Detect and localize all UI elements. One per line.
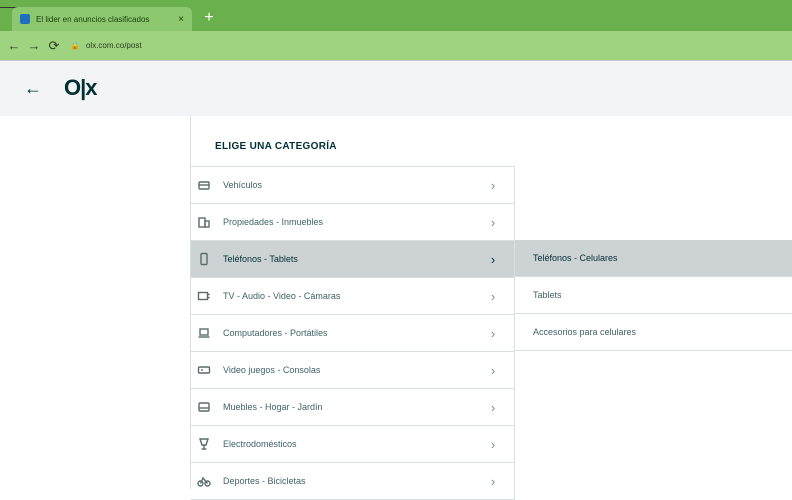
chevron-right-icon: › (490, 214, 496, 230)
olx-logo[interactable]: O|x (64, 75, 98, 101)
site-header: ← O|x (0, 61, 792, 116)
back-button[interactable]: ← (4, 38, 24, 53)
category-label: Muebles - Hogar - Jardín (223, 402, 323, 412)
chevron-right-icon: › (490, 473, 496, 489)
category-label: Vehículos (223, 180, 263, 190)
category-item-electrodomesticos[interactable]: Electrodomésticos › (191, 426, 514, 463)
new-tab-button[interactable]: + (200, 9, 218, 27)
category-label: Computadores - Portátiles (223, 328, 328, 338)
building-icon (197, 215, 211, 229)
chevron-right-icon: › (490, 288, 496, 304)
address-url[interactable]: olx.com.co/post (86, 41, 142, 50)
subcategory-label: Tablets (533, 290, 562, 300)
browser-tabstrip: El lider en anuncios clasificados × + (0, 0, 792, 31)
subcategory-item-celulares[interactable]: Teléfonos - Celulares (515, 240, 792, 277)
chevron-right-icon: › (490, 436, 496, 452)
reload-button[interactable]: ⟳ (44, 38, 64, 54)
forward-button[interactable]: → (24, 38, 44, 53)
address-bar[interactable]: 🔒 olx.com.co/post (70, 36, 770, 56)
category-label: Propiedades - Inmuebles (223, 217, 324, 227)
appliance-icon (197, 437, 211, 451)
subcategory-item-accesorios[interactable]: Accesorios para celulares (515, 314, 792, 351)
subcategory-list: Teléfonos - Celulares Tablets Accesorios… (515, 240, 792, 351)
category-item-videojuegos[interactable]: Video juegos - Consolas › (191, 352, 514, 389)
tab-title: El lider en anuncios clasificados (36, 14, 150, 24)
chevron-right-icon: › (490, 251, 496, 267)
chevron-right-icon: › (490, 362, 496, 378)
chevron-right-icon: › (490, 325, 496, 341)
back-arrow-icon[interactable]: ← (24, 78, 42, 99)
lock-icon: 🔒 (70, 41, 80, 50)
gamepad-icon (197, 363, 211, 377)
category-item-telefonos[interactable]: Teléfonos - Tablets › (191, 241, 514, 278)
subcategory-item-tablets[interactable]: Tablets (515, 277, 792, 314)
category-label: Video juegos - Consolas (223, 365, 321, 375)
category-item-tv[interactable]: TV - Audio - Video - Cámaras › (191, 278, 514, 315)
category-item-computadores[interactable]: Computadores - Portátiles › (191, 315, 514, 352)
category-item-muebles[interactable]: Muebles - Hogar - Jardín › (191, 389, 514, 426)
browser-toolbar: ← → ⟳ 🔒 olx.com.co/post (0, 31, 792, 61)
sofa-icon (197, 400, 211, 414)
olx-favicon-icon (20, 14, 30, 24)
subcategory-label: Teléfonos - Celulares (533, 253, 618, 263)
chevron-right-icon: › (490, 177, 496, 193)
category-label: Deportes - Bicicletas (223, 476, 306, 486)
chevron-right-icon: › (490, 399, 496, 415)
laptop-icon (197, 326, 211, 340)
category-label: Teléfonos - Tablets (223, 254, 298, 264)
tv-icon (197, 289, 211, 303)
category-label: Electrodomésticos (223, 439, 297, 449)
tab-close-icon[interactable]: × (178, 14, 184, 25)
panel-title: ELIGE UNA CATEGORÍA (215, 141, 337, 152)
car-icon (197, 178, 211, 192)
browser-tab[interactable]: El lider en anuncios clasificados × (12, 7, 192, 31)
category-list: Vehículos › Propiedades - Inmuebles › Te… (191, 166, 515, 500)
category-item-deportes[interactable]: Deportes - Bicicletas › (191, 463, 514, 500)
category-panel: ELIGE UNA CATEGORÍA Vehículos › Propieda… (190, 116, 792, 500)
subcategory-label: Accesorios para celulares (533, 327, 637, 337)
category-label: TV - Audio - Video - Cámaras (223, 291, 341, 301)
category-item-vehiculos[interactable]: Vehículos › (191, 167, 514, 204)
phone-icon (197, 252, 211, 266)
category-item-propiedades[interactable]: Propiedades - Inmuebles › (191, 204, 514, 241)
bike-icon (197, 474, 211, 488)
